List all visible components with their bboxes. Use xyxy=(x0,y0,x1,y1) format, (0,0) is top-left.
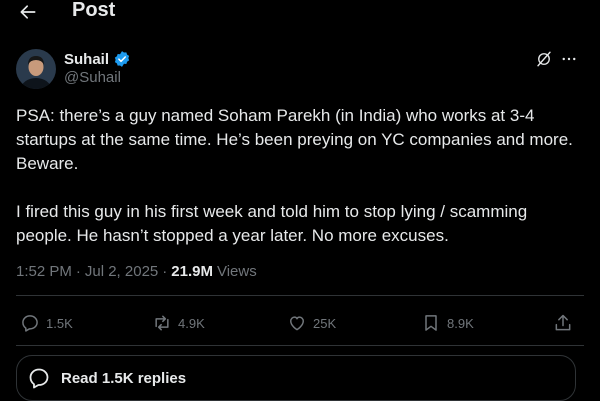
grok-icon xyxy=(537,51,551,67)
like-button[interactable]: 25K xyxy=(287,313,336,333)
post-text: PSA: there’s a guy named Soham Parekh (i… xyxy=(16,104,576,248)
share-icon xyxy=(555,314,571,331)
repost-count: 4.9K xyxy=(178,315,205,331)
divider xyxy=(16,345,584,346)
author-name-row: Suhail xyxy=(64,50,131,68)
more-dots-icon xyxy=(562,57,576,61)
grok-button[interactable] xyxy=(533,48,555,70)
heart-icon xyxy=(290,316,304,331)
meta-separator: · xyxy=(75,263,81,280)
post-paragraph: PSA: there’s a guy named Soham Parekh (i… xyxy=(16,106,573,173)
meta-separator: · xyxy=(162,263,168,280)
share-button[interactable] xyxy=(553,313,573,333)
avatar[interactable] xyxy=(16,49,56,89)
arrow-left-icon xyxy=(20,5,36,19)
bookmark-count: 8.9K xyxy=(447,315,474,331)
verified-badge-icon xyxy=(114,51,130,67)
bookmark-icon xyxy=(425,315,437,331)
author-name[interactable]: Suhail xyxy=(64,51,109,68)
post-time[interactable]: 1:52 PM xyxy=(16,263,72,280)
views-label: Views xyxy=(216,263,257,280)
reply-button[interactable]: 1.5K xyxy=(20,313,73,333)
reply-bubble-icon xyxy=(29,368,49,389)
action-bar: 1.5K 4.9K 25K 8.9K xyxy=(0,304,600,344)
read-replies-button[interactable]: Read 1.5K replies xyxy=(16,355,576,401)
repost-button[interactable]: 4.9K xyxy=(152,313,205,333)
author-handle[interactable]: @Suhail xyxy=(64,69,121,86)
reply-count: 1.5K xyxy=(46,315,73,331)
post-paragraph: I fired this guy in his first week and t… xyxy=(16,202,528,245)
views-count[interactable]: 21.9M xyxy=(171,263,213,280)
like-count: 25K xyxy=(313,315,337,331)
read-replies-label: Read 1.5K replies xyxy=(61,369,187,387)
back-button[interactable] xyxy=(16,0,40,24)
avatar-portrait xyxy=(16,49,56,89)
reply-icon xyxy=(22,315,38,332)
bookmark-button[interactable]: 8.9K xyxy=(421,313,474,333)
divider xyxy=(16,295,584,296)
post-meta: 1:52 PM · Jul 2, 2025 · 21.9M Views xyxy=(16,263,257,280)
page-title: Post xyxy=(72,0,116,21)
repost-icon xyxy=(155,315,169,331)
more-options-button[interactable] xyxy=(558,48,580,70)
top-bar: Post xyxy=(0,0,600,28)
post-date[interactable]: Jul 2, 2025 xyxy=(85,263,158,280)
